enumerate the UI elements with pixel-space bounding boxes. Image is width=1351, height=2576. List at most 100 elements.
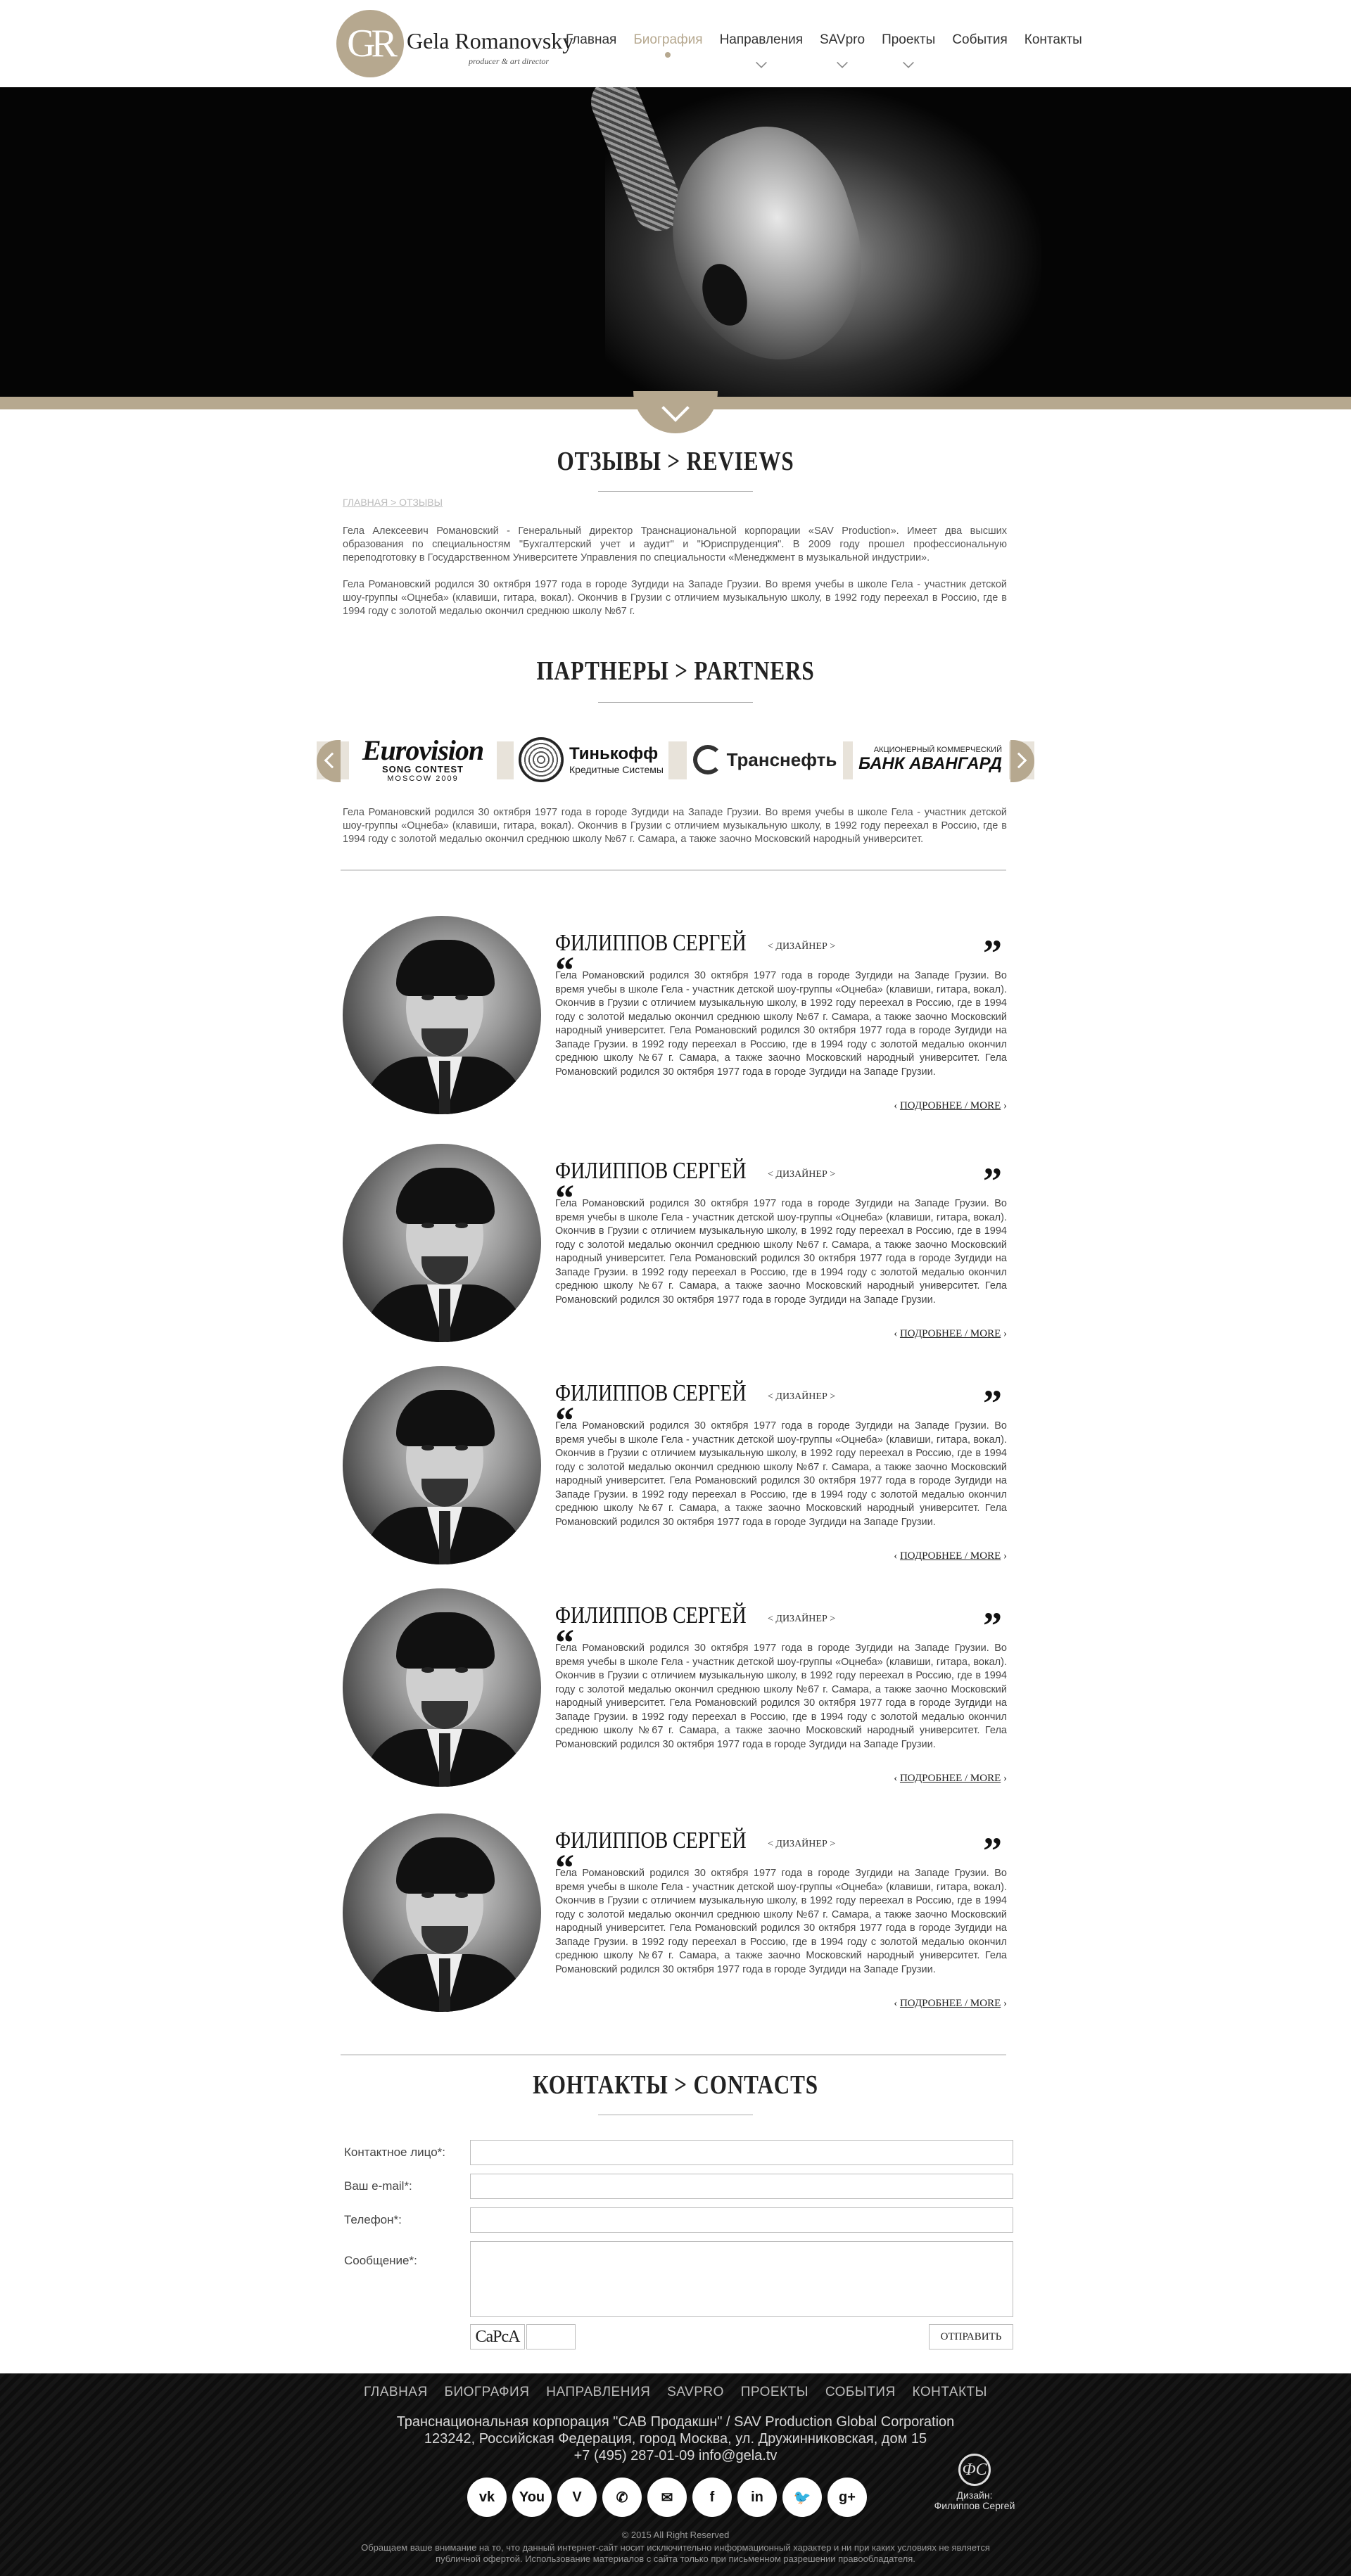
partner-name: Eurovision — [362, 734, 484, 766]
reviews-title: ОТЗЫВЫ > REVIEWS — [557, 447, 794, 476]
partner-transneft-logo[interactable]: Транснефть — [687, 732, 843, 788]
message-label: Сообщение*: — [344, 2254, 417, 2267]
nav-item-projects[interactable]: Проекты — [882, 32, 936, 68]
reviewer-role: < ДИЗАЙНЕР > — [768, 1614, 836, 1624]
more-link[interactable]: ‹ ПОДРОБНЕЕ / MORE › — [894, 1998, 1007, 2010]
hero-banner — [0, 87, 1351, 397]
partner-name: Транснефть — [726, 748, 837, 770]
company-contacts: +7 (495) 287-01-09 info@gela.tv — [573, 2448, 778, 2463]
avatar-tie — [439, 1733, 450, 1787]
footer-nav-projects[interactable]: ПРОЕКТЫ — [741, 2385, 808, 2399]
nav-item-directions[interactable]: Направления — [720, 32, 803, 68]
more-link[interactable]: ‹ ПОДРОБНЕЕ / MORE › — [894, 1773, 1007, 1785]
vk-icon[interactable]: vk — [467, 2478, 507, 2517]
site-logo[interactable]: GR Gela Romanovsky producer & art direct… — [336, 10, 573, 80]
footer-nav-home[interactable]: ГЛАВНАЯ — [364, 2385, 428, 2399]
avatar-hair — [396, 1612, 495, 1669]
quote-close-icon: ” — [983, 932, 1002, 974]
partner-tinkoff-logo[interactable]: Тинькофф Кредитные Системы — [514, 732, 668, 788]
reviewer-name: ФИЛИППОВ СЕРГЕЙ — [555, 1602, 747, 1628]
youtube-icon[interactable]: You — [512, 2478, 552, 2517]
nav-label: Проекты — [882, 32, 936, 47]
quote-close-icon: ” — [983, 1382, 1002, 1424]
nav-item-biography[interactable]: Биография — [633, 32, 703, 60]
review-card: ФИЛИППОВ СЕРГЕЙ < ДИЗАЙНЕР > “ ” Гела Ро… — [343, 916, 1007, 1120]
more-link-label: ПОДРОБНЕЕ / MORE — [899, 1998, 1001, 2009]
reviewer-name: ФИЛИППОВ СЕРГЕЙ — [555, 1380, 747, 1406]
footer-nav: ГЛАВНАЯ БИОГРАФИЯ НАПРАВЛЕНИЯ SAVPRO ПРО… — [0, 2385, 1351, 2400]
breadcrumb[interactable]: ГЛАВНАЯ > ОТЗЫВЫ — [343, 497, 443, 508]
footer-nav-savpro[interactable]: SAVPRO — [667, 2385, 724, 2399]
avatar-hair — [396, 1390, 495, 1446]
avatar-tie — [439, 1511, 450, 1564]
reviewer-role: < ДИЗАЙНЕР > — [768, 1391, 836, 1402]
reviewer-role: < ДИЗАЙНЕР > — [768, 1169, 836, 1180]
nav-item-home[interactable]: Главная — [566, 32, 616, 60]
designer-name: Филиппов Сергей — [934, 2500, 1015, 2511]
email-input[interactable] — [470, 2174, 1013, 2199]
reviewer-role: < ДИЗАЙНЕР > — [768, 941, 836, 952]
footer-nav-directions[interactable]: НАПРАВЛЕНИЯ — [546, 2385, 650, 2399]
captcha-image: CaPcA — [470, 2324, 525, 2349]
review-card: ФИЛИППОВ СЕРГЕЙ < ДИЗАЙНЕР > “ ” Гела Ро… — [343, 1588, 1007, 1792]
nav-item-events[interactable]: События — [952, 32, 1007, 60]
partners-title: ПАРТНЕРЫ > PARTNERS — [536, 656, 815, 686]
chevron-right-icon — [1010, 752, 1027, 769]
designer-credit[interactable]: ФС Дизайн: Филиппов Сергей — [929, 2454, 1020, 2511]
phone-input[interactable] — [470, 2207, 1013, 2233]
quote-close-icon: ” — [983, 1830, 1002, 1872]
review-text: Гела Романовский родился 30 октября 1977… — [555, 1643, 1007, 1750]
review-card: ФИЛИППОВ СЕРГЕЙ < ДИЗАЙНЕР > “ ” Гела Ро… — [343, 1366, 1007, 1570]
phone-icon[interactable]: ✆ — [602, 2478, 642, 2517]
quote-close-icon: ” — [983, 1160, 1002, 1202]
partner-subtitle: АКЦИОНЕРНЫЙ КОММЕРЧЕСКИЙ — [873, 746, 1002, 754]
bio-paragraph-2: Гела Романовский родился 30 октября 1977… — [343, 579, 1007, 617]
mail-icon[interactable]: ✉ — [647, 2478, 687, 2517]
twitter-icon[interactable]: 🐦 — [782, 2478, 822, 2517]
facebook-icon[interactable]: f — [692, 2478, 732, 2517]
more-link[interactable]: ‹ ПОДРОБНЕЕ / MORE › — [894, 1100, 1007, 1112]
review-text: Гела Романовский родился 30 октября 1977… — [555, 1198, 1007, 1306]
partner-subtitle: SONG CONTEST — [381, 764, 464, 774]
more-link[interactable]: ‹ ПОДРОБНЕЕ / MORE › — [894, 1550, 1007, 1562]
partner-name: БАНК АВАНГАРД — [858, 754, 1002, 773]
review-card: ФИЛИППОВ СЕРГЕЙ < ДИЗАЙНЕР > “ ” Гела Ро… — [343, 1813, 1007, 2017]
review-card: ФИЛИППОВ СЕРГЕЙ < ДИЗАЙНЕР > “ ” Гела Ро… — [343, 1144, 1007, 1348]
avatar-hair — [396, 1168, 495, 1224]
more-link[interactable]: ‹ ПОДРОБНЕЕ / MORE › — [894, 1328, 1007, 1340]
googleplus-icon[interactable]: g+ — [827, 2478, 867, 2517]
footer-nav-events[interactable]: СОБЫТИЯ — [825, 2385, 896, 2399]
vimeo-icon[interactable]: V — [557, 2478, 597, 2517]
avatar-eye — [421, 1892, 434, 1898]
reviewer-avatar — [343, 1366, 541, 1564]
reviewer-role: < ДИЗАЙНЕР > — [768, 1839, 836, 1849]
nav-label: Главная — [566, 32, 617, 47]
transneft-emblem-icon — [692, 745, 723, 774]
nav-item-contacts[interactable]: Контакты — [1025, 32, 1082, 60]
email-label: Ваш e-mail*: — [344, 2179, 412, 2193]
partner-eurovision-logo[interactable]: Eurovision SONG CONTEST MOSCOW 2009 — [349, 732, 497, 788]
message-textarea[interactable] — [470, 2241, 1013, 2317]
company-name: Транснациональная корпорация "САВ Продак… — [396, 2414, 955, 2430]
reviewer-avatar — [343, 1144, 541, 1342]
title-divider — [598, 702, 753, 703]
avatar-eye — [421, 1445, 434, 1450]
captcha-input[interactable] — [526, 2324, 576, 2349]
footer-nav-biography[interactable]: БИОГРАФИЯ — [444, 2385, 529, 2399]
contact-name-input[interactable] — [470, 2140, 1013, 2165]
nav-label: Биография — [633, 32, 703, 47]
partner-name: Тинькофф — [569, 744, 659, 763]
company-address: 123242, Российская Федерация, город Моск… — [424, 2431, 927, 2447]
active-dot-icon — [665, 52, 671, 58]
footer-nav-contacts[interactable]: КОНТАКТЫ — [912, 2385, 987, 2399]
contact-name-label: Контактное лицо*: — [344, 2145, 445, 2159]
linkedin-icon[interactable]: in — [737, 2478, 777, 2517]
send-button[interactable]: ОТПРАВИТЬ — [929, 2324, 1013, 2349]
nav-item-savpro[interactable]: SAVpro — [820, 32, 865, 68]
partner-avangard-logo[interactable]: АКЦИОНЕРНЫЙ КОММЕРЧЕСКИЙ БАНК АВАНГАРД — [853, 732, 1009, 788]
copyright: © 2015 All Right Reserved — [621, 2530, 730, 2540]
avatar-hair — [396, 1837, 495, 1894]
more-link-label: ПОДРОБНЕЕ / MORE — [899, 1773, 1001, 1784]
scroll-down-button[interactable] — [633, 391, 718, 433]
reviewer-avatar — [343, 916, 541, 1114]
